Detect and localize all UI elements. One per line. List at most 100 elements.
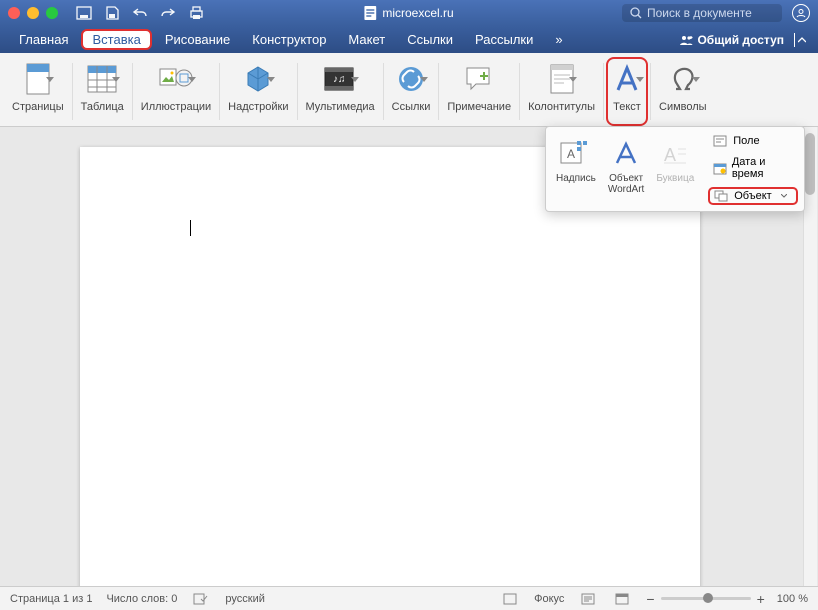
svg-text:A: A [664, 145, 676, 165]
dropdown-label: Надпись [556, 173, 596, 184]
save-icon[interactable] [104, 5, 120, 21]
word-doc-icon [364, 6, 376, 20]
ribbon-illustrations[interactable]: Иллюстрации [135, 57, 217, 126]
share-label: Общий доступ [697, 33, 784, 47]
ribbon-tabs: Главная Вставка Рисование Конструктор Ма… [0, 26, 818, 53]
titlebar: microexcel.ru Поиск в документе [0, 0, 818, 26]
dropdown-label: Буквица [656, 173, 694, 184]
ribbon-label: Таблица [81, 101, 124, 113]
close-button[interactable] [8, 7, 20, 19]
tab-design[interactable]: Конструктор [243, 29, 335, 50]
ribbon: Страницы Таблица Иллюстрации Надстройки … [0, 53, 818, 127]
chevron-down-icon [188, 77, 196, 82]
object-icon [713, 189, 729, 203]
ribbon-media[interactable]: ♪♫ Мультимедиа [300, 57, 381, 126]
tab-insert[interactable]: Вставка [81, 29, 151, 50]
chevron-down-icon [420, 77, 428, 82]
page[interactable] [80, 147, 700, 586]
dropdown-textbox[interactable]: A Надпись [552, 133, 600, 205]
ribbon-addins[interactable]: Надстройки [222, 57, 294, 126]
zoom-slider[interactable] [661, 597, 751, 600]
ribbon-label: Иллюстрации [141, 101, 211, 113]
focus-icon[interactable] [500, 590, 520, 608]
dropdown-item-label: Дата и время [732, 156, 794, 180]
chevron-down-icon [46, 77, 54, 82]
spellcheck-icon[interactable] [191, 590, 211, 608]
window-controls [8, 7, 58, 19]
ribbon-label: Страницы [12, 101, 64, 113]
calendar-icon [712, 161, 727, 175]
ribbon-label: Символы [659, 101, 707, 113]
share-button[interactable]: Общий доступ [679, 33, 784, 47]
chevron-down-icon [692, 77, 700, 82]
minimize-button[interactable] [27, 7, 39, 19]
dropdown-item-label: Объект [734, 190, 771, 202]
status-focus[interactable]: Фокус [534, 593, 564, 605]
ribbon-header-footer[interactable]: Колонтитулы [522, 57, 601, 126]
dropdown-dropcap: A Буквица [652, 133, 698, 205]
ribbon-comment[interactable]: Примечание [441, 57, 517, 126]
dropdown-label: Объект WordArt [608, 173, 645, 195]
quick-access-toolbar [76, 5, 204, 21]
undo-icon[interactable] [132, 5, 148, 21]
ribbon-symbols[interactable]: Символы [653, 57, 713, 126]
chevron-down-icon [267, 77, 275, 82]
dropdown-object[interactable]: Объект [708, 187, 798, 205]
text-cursor [190, 220, 191, 236]
tab-home[interactable]: Главная [10, 29, 77, 50]
status-bar: Страница 1 из 1 Число слов: 0 русский Фо… [0, 586, 818, 610]
ribbon-label: Ссылки [392, 101, 431, 113]
text-dropdown-panel: A Надпись Объект WordArt A Буквица Поле … [545, 126, 805, 212]
vertical-scrollbar[interactable] [803, 127, 817, 586]
ribbon-label: Колонтитулы [528, 101, 595, 113]
tab-mailings[interactable]: Рассылки [466, 29, 542, 50]
ribbon-collapse-button[interactable] [794, 33, 808, 47]
tabs-overflow[interactable]: » [546, 29, 571, 50]
chevron-down-icon [781, 194, 787, 198]
ribbon-links[interactable]: Ссылки [386, 57, 437, 126]
chevron-down-icon [351, 77, 359, 82]
dropdown-field[interactable]: Поле [708, 133, 798, 149]
status-wordcount[interactable]: Число слов: 0 [106, 593, 177, 605]
dropdown-datetime[interactable]: Дата и время [708, 155, 798, 181]
ribbon-label: Примечание [447, 101, 511, 113]
zoom-control: − + 100 % [646, 591, 808, 607]
tab-draw[interactable]: Рисование [156, 29, 239, 50]
zoom-thumb[interactable] [703, 593, 713, 603]
chevron-down-icon [112, 77, 120, 82]
dropdown-item-label: Поле [733, 135, 759, 147]
status-page[interactable]: Страница 1 из 1 [10, 593, 92, 605]
autosave-icon[interactable] [76, 5, 92, 21]
ribbon-text[interactable]: Текст [606, 57, 648, 126]
doc-name-text: microexcel.ru [382, 6, 453, 20]
status-language[interactable]: русский [225, 593, 264, 605]
ribbon-label: Текст [613, 101, 641, 113]
svg-text:♪♫: ♪♫ [333, 74, 346, 85]
zoom-out-button[interactable]: − [646, 591, 654, 607]
dropdown-wordart[interactable]: Объект WordArt [604, 133, 649, 205]
scrollbar-thumb[interactable] [805, 133, 815, 195]
ribbon-label: Мультимедиа [306, 101, 375, 113]
search-placeholder: Поиск в документе [647, 6, 752, 20]
svg-text:A: A [567, 147, 575, 161]
ribbon-label: Надстройки [228, 101, 288, 113]
redo-icon[interactable] [160, 5, 176, 21]
maximize-button[interactable] [46, 7, 58, 19]
field-icon [712, 134, 728, 148]
view-print-icon[interactable] [578, 590, 598, 608]
document-title: microexcel.ru [364, 6, 453, 20]
zoom-value[interactable]: 100 % [777, 593, 808, 605]
search-box[interactable]: Поиск в документе [622, 4, 782, 22]
share-people-icon [679, 34, 693, 46]
zoom-in-button[interactable]: + [757, 591, 765, 607]
print-icon[interactable] [188, 5, 204, 21]
tab-references[interactable]: Ссылки [398, 29, 462, 50]
tab-layout[interactable]: Макет [339, 29, 394, 50]
search-icon [630, 7, 642, 19]
user-account-icon[interactable] [792, 4, 810, 22]
chevron-down-icon [636, 77, 644, 82]
ribbon-pages[interactable]: Страницы [6, 57, 70, 126]
chevron-down-icon [569, 77, 577, 82]
ribbon-table[interactable]: Таблица [75, 57, 130, 126]
view-web-icon[interactable] [612, 590, 632, 608]
